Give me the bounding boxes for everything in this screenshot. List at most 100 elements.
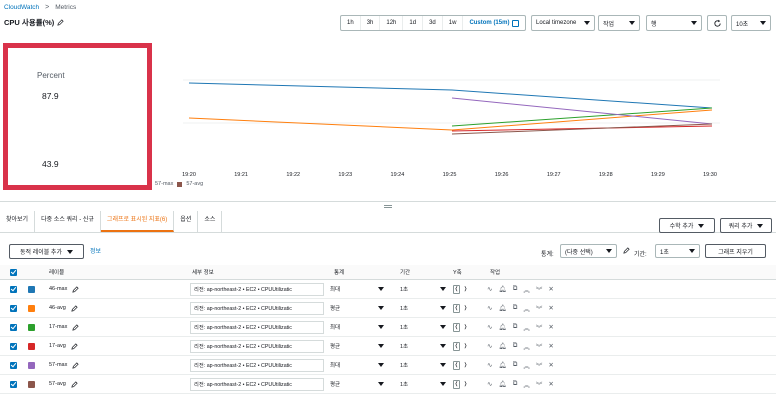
trend-icon[interactable]: ∿	[487, 285, 492, 293]
metric-details-field[interactable]: 리전: ap-northeast-2 • EC2 • CPUUtilizatic	[190, 301, 324, 315]
alarm-bell-icon[interactable]: 🔔︎	[498, 361, 506, 369]
info-link[interactable]: 정보	[90, 246, 101, 255]
edit-label-icon[interactable]	[72, 285, 79, 293]
y-axis-toggle[interactable]: ❬ ❭	[453, 356, 469, 374]
metric-details-field[interactable]: 리전: ap-northeast-2 • EC2 • CPUUtilizatic	[190, 282, 324, 296]
y-axis-left-button[interactable]: ❬	[453, 303, 460, 313]
duplicate-icon[interactable]: ⧉	[513, 361, 518, 369]
y-axis-right-button[interactable]: ❭	[462, 323, 469, 332]
alarm-bell-icon[interactable]: 🔔︎	[498, 380, 506, 388]
remove-icon[interactable]: ✕	[548, 323, 553, 331]
remove-icon[interactable]: ✕	[548, 285, 553, 293]
y-axis-left-button[interactable]: ❬	[453, 322, 460, 332]
alarm-bell-icon[interactable]: 🔔︎	[498, 323, 506, 331]
tab-options[interactable]: 옵션	[174, 211, 199, 232]
refresh-button[interactable]	[707, 15, 727, 31]
alarm-bell-icon[interactable]: 🔔︎	[498, 304, 506, 312]
duplicate-icon[interactable]: ⧉	[513, 342, 518, 350]
row-checkbox[interactable]	[10, 304, 17, 312]
time-1h-button[interactable]: 1h	[341, 16, 361, 30]
remove-icon[interactable]: ✕	[548, 380, 553, 388]
statistic-select[interactable]: 평균	[330, 375, 384, 393]
trend-icon[interactable]: ∿	[487, 323, 492, 331]
add-math-button[interactable]: 수학 추가	[659, 218, 715, 233]
y-axis-right-button[interactable]: ❭	[462, 380, 469, 389]
remove-icon[interactable]: ✕	[548, 342, 553, 350]
edit-label-icon[interactable]	[71, 304, 78, 312]
edit-label-icon[interactable]	[71, 342, 78, 350]
y-axis-right-button[interactable]: ❭	[462, 361, 469, 370]
move-up-icon[interactable]: ︽	[523, 341, 530, 351]
add-dynamic-label-button[interactable]: 동적 레이블 추가	[9, 244, 84, 259]
tab-source[interactable]: 소스	[198, 211, 223, 232]
tab-browse[interactable]: 찾아보기	[0, 211, 36, 232]
statistic-select[interactable]: 최대	[330, 356, 384, 374]
clear-graph-button[interactable]: 그래프 지우기	[705, 244, 766, 258]
trend-icon[interactable]: ∿	[487, 342, 492, 350]
period-select[interactable]: 1초	[400, 375, 446, 393]
panel-resize-handle[interactable]	[0, 201, 776, 211]
legend-item[interactable]: 57-max	[155, 181, 173, 187]
y-axis-toggle[interactable]: ❬ ❭	[453, 299, 469, 317]
actions-dropdown[interactable]: 작업	[598, 15, 640, 31]
duplicate-icon[interactable]: ⧉	[513, 380, 518, 388]
time-1w-button[interactable]: 1w	[443, 16, 464, 30]
select-all-checkbox[interactable]	[10, 268, 17, 276]
row-checkbox[interactable]	[10, 380, 17, 388]
y-axis-left-button[interactable]: ❬	[453, 379, 460, 389]
timezone-select[interactable]: Local timezone	[531, 15, 595, 31]
period-select[interactable]: 1초	[400, 337, 446, 355]
move-down-icon[interactable]: ︾	[536, 303, 543, 313]
statistic-select[interactable]: 평균	[330, 299, 384, 317]
edit-period-icon[interactable]	[623, 247, 630, 254]
move-down-icon[interactable]: ︾	[536, 379, 543, 389]
metric-details-field[interactable]: 리전: ap-northeast-2 • EC2 • CPUUtilizatic	[190, 358, 324, 372]
move-up-icon[interactable]: ︽	[523, 322, 530, 332]
view-type-dropdown[interactable]: 행	[646, 15, 702, 31]
metric-details-field[interactable]: 리전: ap-northeast-2 • EC2 • CPUUtilizatic	[190, 339, 324, 353]
period-select[interactable]: 1초	[655, 244, 700, 258]
edit-label-icon[interactable]	[72, 323, 79, 331]
row-checkbox[interactable]	[10, 285, 17, 293]
row-checkbox[interactable]	[10, 361, 17, 369]
time-12h-button[interactable]: 12h	[380, 16, 404, 30]
move-down-icon[interactable]: ︾	[536, 341, 543, 351]
y-axis-right-button[interactable]: ❭	[462, 342, 469, 351]
metric-details-field[interactable]: 리전: ap-northeast-2 • EC2 • CPUUtilizatic	[190, 320, 324, 334]
edit-label-icon[interactable]	[71, 380, 78, 388]
duplicate-icon[interactable]: ⧉	[513, 285, 518, 293]
move-up-icon[interactable]: ︽	[523, 303, 530, 313]
color-swatch[interactable]	[28, 380, 35, 388]
time-custom-button[interactable]: Custom (15m)	[463, 16, 525, 30]
tab-graphed-metrics[interactable]: 그래프로 표시된 지표(6)	[100, 211, 175, 232]
period-select[interactable]: 1초	[400, 299, 446, 317]
duplicate-icon[interactable]: ⧉	[513, 304, 518, 312]
refresh-interval-dropdown[interactable]: 10초	[731, 15, 771, 31]
trend-icon[interactable]: ∿	[487, 380, 492, 388]
color-swatch[interactable]	[28, 361, 35, 369]
time-3d-button[interactable]: 3d	[423, 16, 443, 30]
period-select[interactable]: 1초	[400, 356, 446, 374]
alarm-bell-icon[interactable]: 🔔︎	[498, 342, 506, 350]
metric-details-field[interactable]: 리전: ap-northeast-2 • EC2 • CPUUtilizatic	[190, 377, 324, 391]
statistic-select[interactable]: 평균	[330, 337, 384, 355]
duplicate-icon[interactable]: ⧉	[513, 323, 518, 331]
move-down-icon[interactable]: ︾	[536, 322, 543, 332]
color-swatch[interactable]	[28, 304, 35, 312]
period-select[interactable]: 1초	[400, 318, 446, 336]
remove-icon[interactable]: ✕	[548, 361, 553, 369]
y-axis-toggle[interactable]: ❬ ❭	[453, 280, 469, 298]
color-swatch[interactable]	[28, 285, 35, 293]
move-up-icon[interactable]: ︽	[523, 284, 530, 294]
y-axis-toggle[interactable]: ❬ ❭	[453, 375, 469, 393]
tab-multi-source-query[interactable]: 다중 소스 쿼리 - 신규	[35, 211, 101, 232]
time-1d-button[interactable]: 1d	[403, 16, 424, 30]
breadcrumb-cloudwatch-link[interactable]: CloudWatch	[4, 4, 39, 11]
y-axis-right-button[interactable]: ❭	[462, 304, 469, 313]
time-3h-button[interactable]: 3h	[361, 16, 381, 30]
statistic-select[interactable]: 최대	[330, 280, 384, 298]
alarm-bell-icon[interactable]: 🔔︎	[498, 285, 506, 293]
period-select[interactable]: 1초	[400, 280, 446, 298]
row-checkbox[interactable]	[10, 323, 17, 331]
y-axis-left-button[interactable]: ❬	[453, 360, 460, 370]
